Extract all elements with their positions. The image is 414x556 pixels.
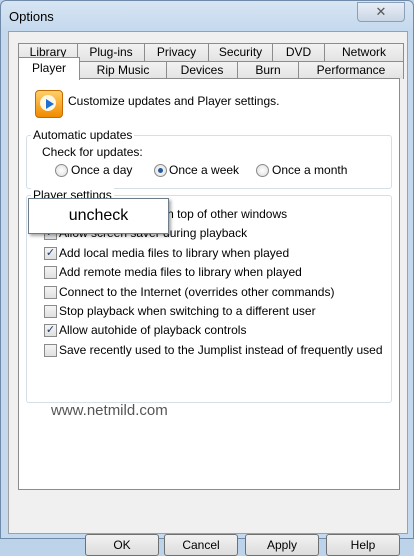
checkbox-save-jumplist[interactable] bbox=[44, 344, 57, 357]
cancel-button[interactable]: Cancel bbox=[164, 534, 238, 556]
ok-button-label: OK bbox=[113, 538, 131, 552]
checkbox-save-jumplist-label: Save recently used to the Jumplist inste… bbox=[59, 343, 383, 357]
dialog-client-area: Library Plug-ins Privacy Security DVD Ne… bbox=[8, 31, 408, 556]
annotation-callout: uncheck bbox=[28, 198, 169, 234]
annotation-text: uncheck bbox=[68, 207, 129, 224]
help-button[interactable]: Help bbox=[326, 534, 400, 556]
window-title: Options bbox=[9, 9, 54, 24]
close-button[interactable]: ✕ bbox=[357, 2, 405, 22]
title-bar: Options ✕ bbox=[1, 1, 413, 31]
apply-button[interactable]: Apply bbox=[245, 534, 319, 556]
cancel-button-label: Cancel bbox=[182, 538, 220, 552]
annotation-arrow-icon bbox=[32, 206, 52, 230]
apply-button-label: Apply bbox=[266, 538, 298, 552]
watermark-text: www.netmild.com bbox=[51, 402, 168, 419]
ok-button[interactable]: OK bbox=[85, 534, 159, 556]
options-dialog: Options ✕ Library Plug-ins Privacy Secur… bbox=[0, 0, 414, 556]
help-button-label: Help bbox=[350, 538, 376, 552]
close-icon: ✕ bbox=[375, 4, 387, 19]
